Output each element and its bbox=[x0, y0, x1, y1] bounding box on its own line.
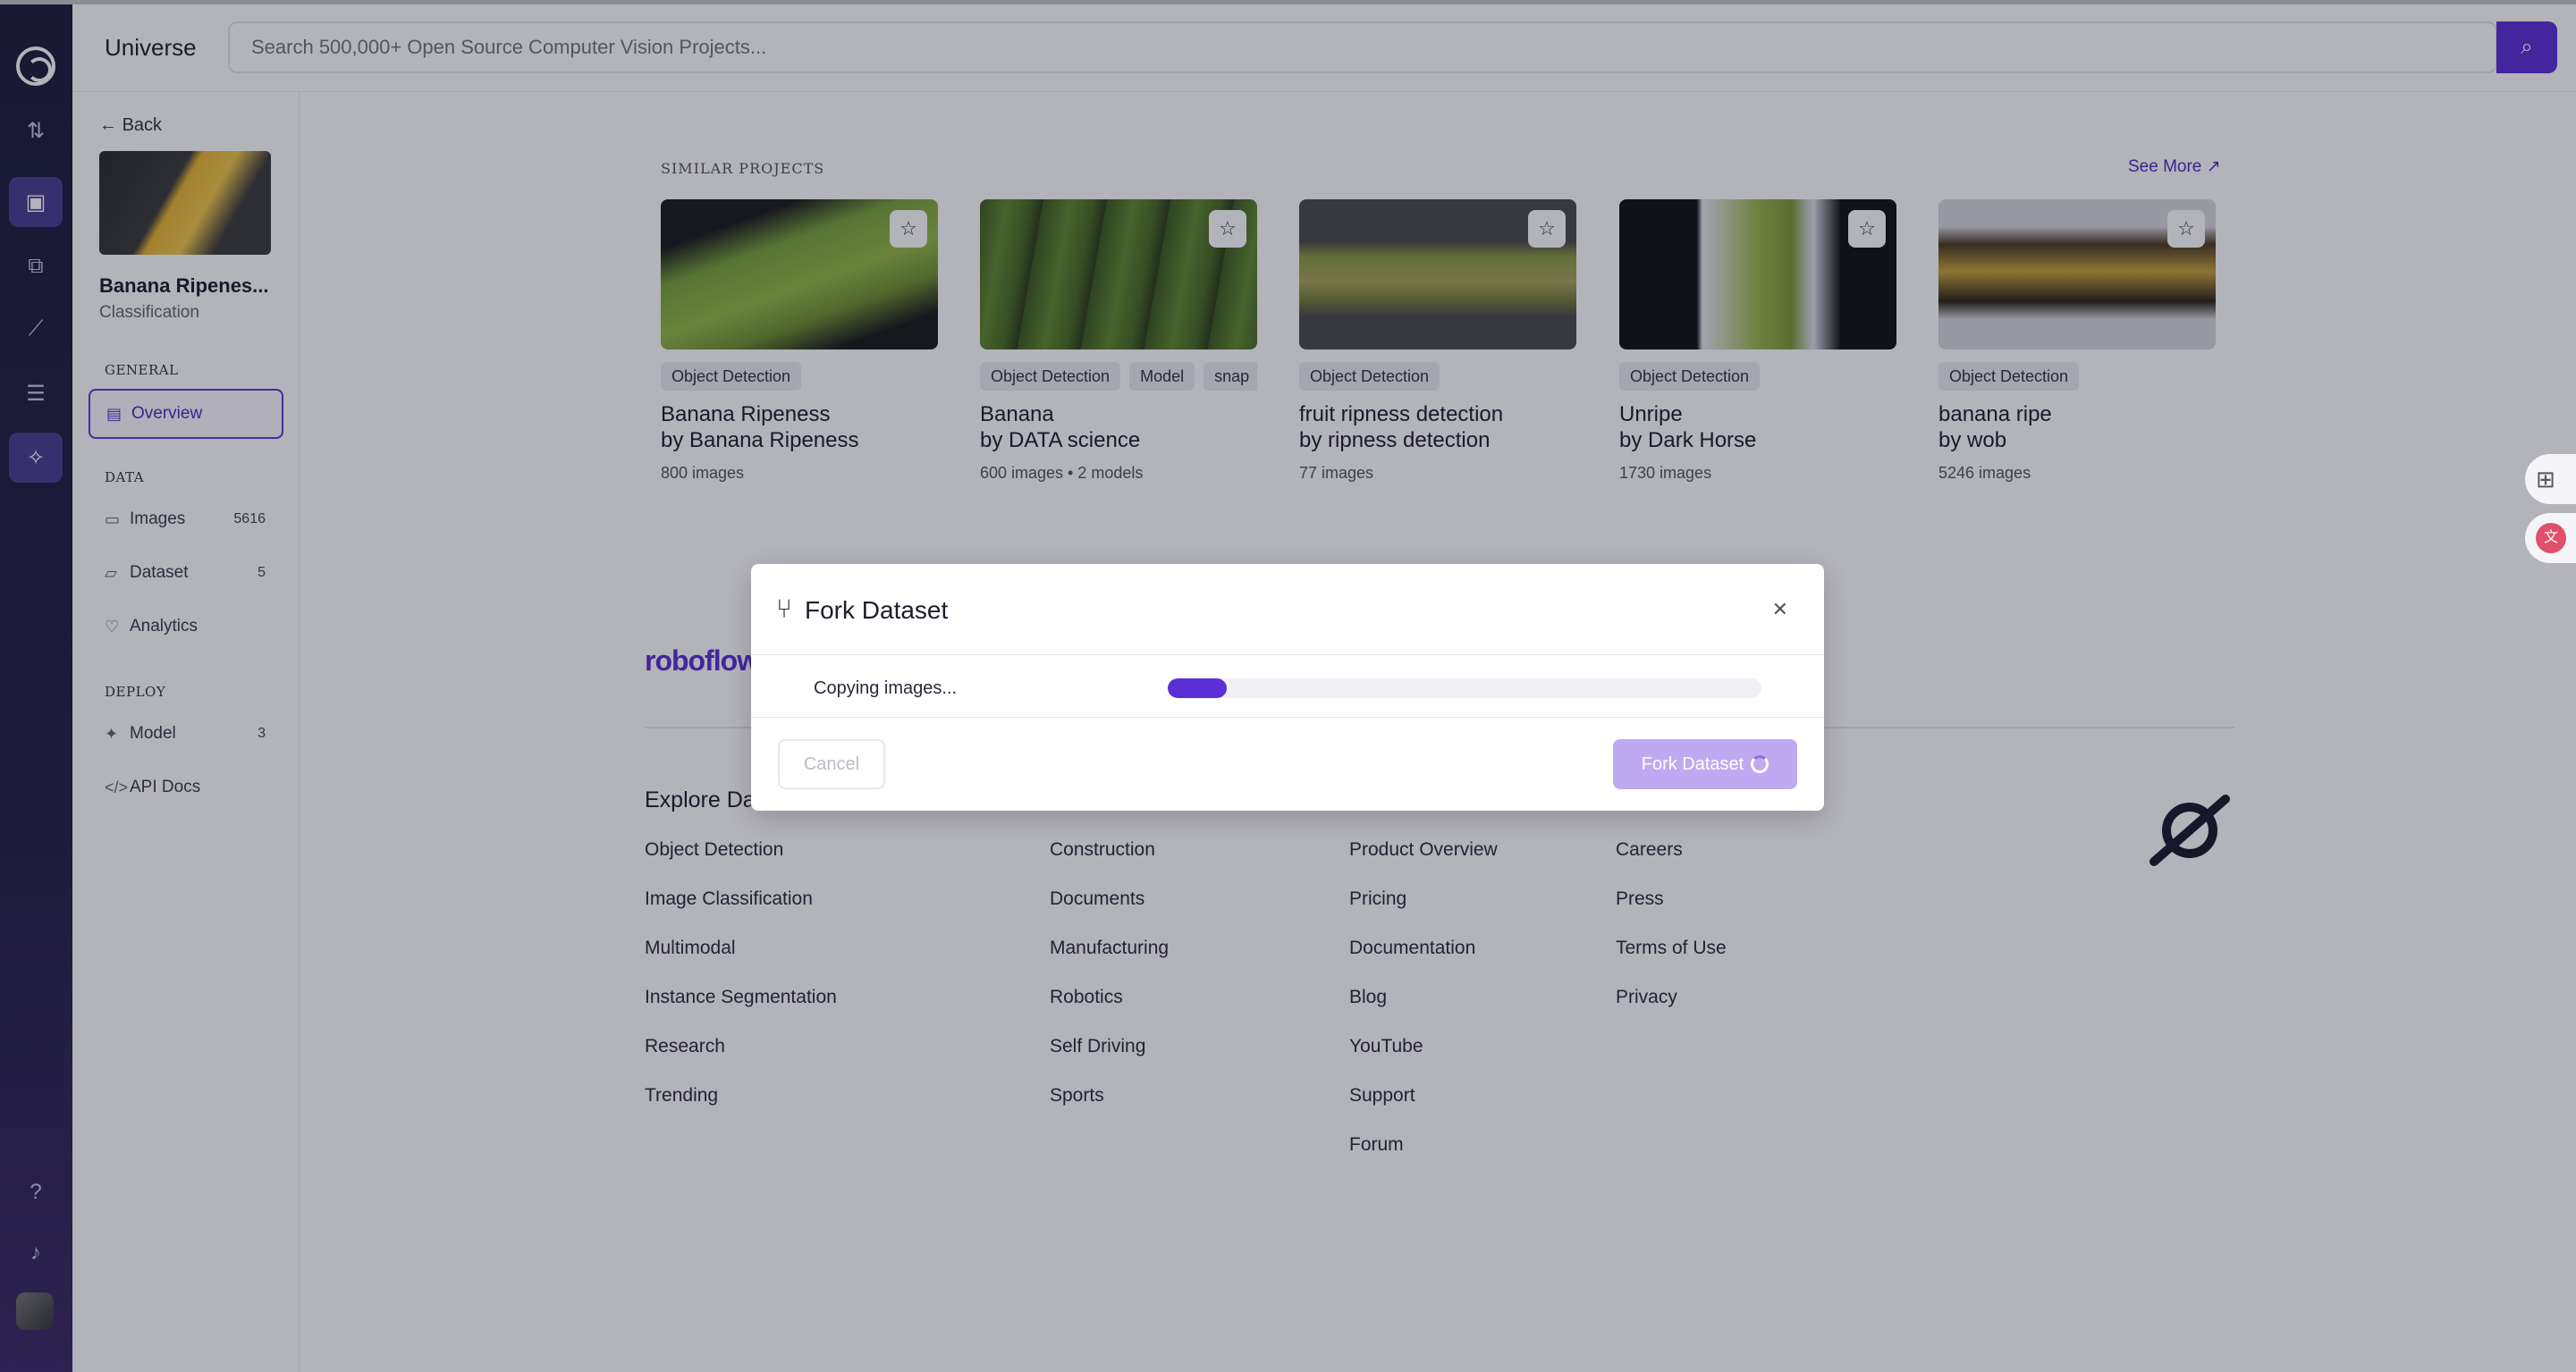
grid-plus-icon: ⊞ bbox=[2536, 465, 2555, 492]
fork-button-label: Fork Dataset bbox=[1641, 753, 1744, 774]
progress-bar bbox=[1168, 678, 1761, 698]
fork-icon: ⑂ bbox=[776, 594, 792, 624]
spinner-icon bbox=[1751, 755, 1769, 773]
qr-float-button[interactable]: ⊞ bbox=[2525, 454, 2576, 504]
translate-float-button[interactable]: 文 bbox=[2525, 513, 2576, 563]
fork-dataset-button[interactable]: Fork Dataset bbox=[1613, 739, 1797, 789]
browser-top-strip bbox=[0, 0, 2576, 4]
progress-fill bbox=[1168, 678, 1228, 698]
modal-header: ⑂ Fork Dataset ✕ bbox=[751, 564, 1824, 655]
modal-body: Copying images... bbox=[751, 655, 1824, 718]
cancel-button[interactable]: Cancel bbox=[778, 739, 885, 789]
copy-status: Copying images... bbox=[814, 678, 958, 698]
translate-icon: 文 bbox=[2536, 523, 2566, 553]
modal-title: Fork Dataset bbox=[805, 596, 949, 624]
fork-dataset-modal: ⑂ Fork Dataset ✕ Copying images... Cance… bbox=[751, 564, 1824, 811]
close-icon[interactable]: ✕ bbox=[1772, 598, 1788, 621]
